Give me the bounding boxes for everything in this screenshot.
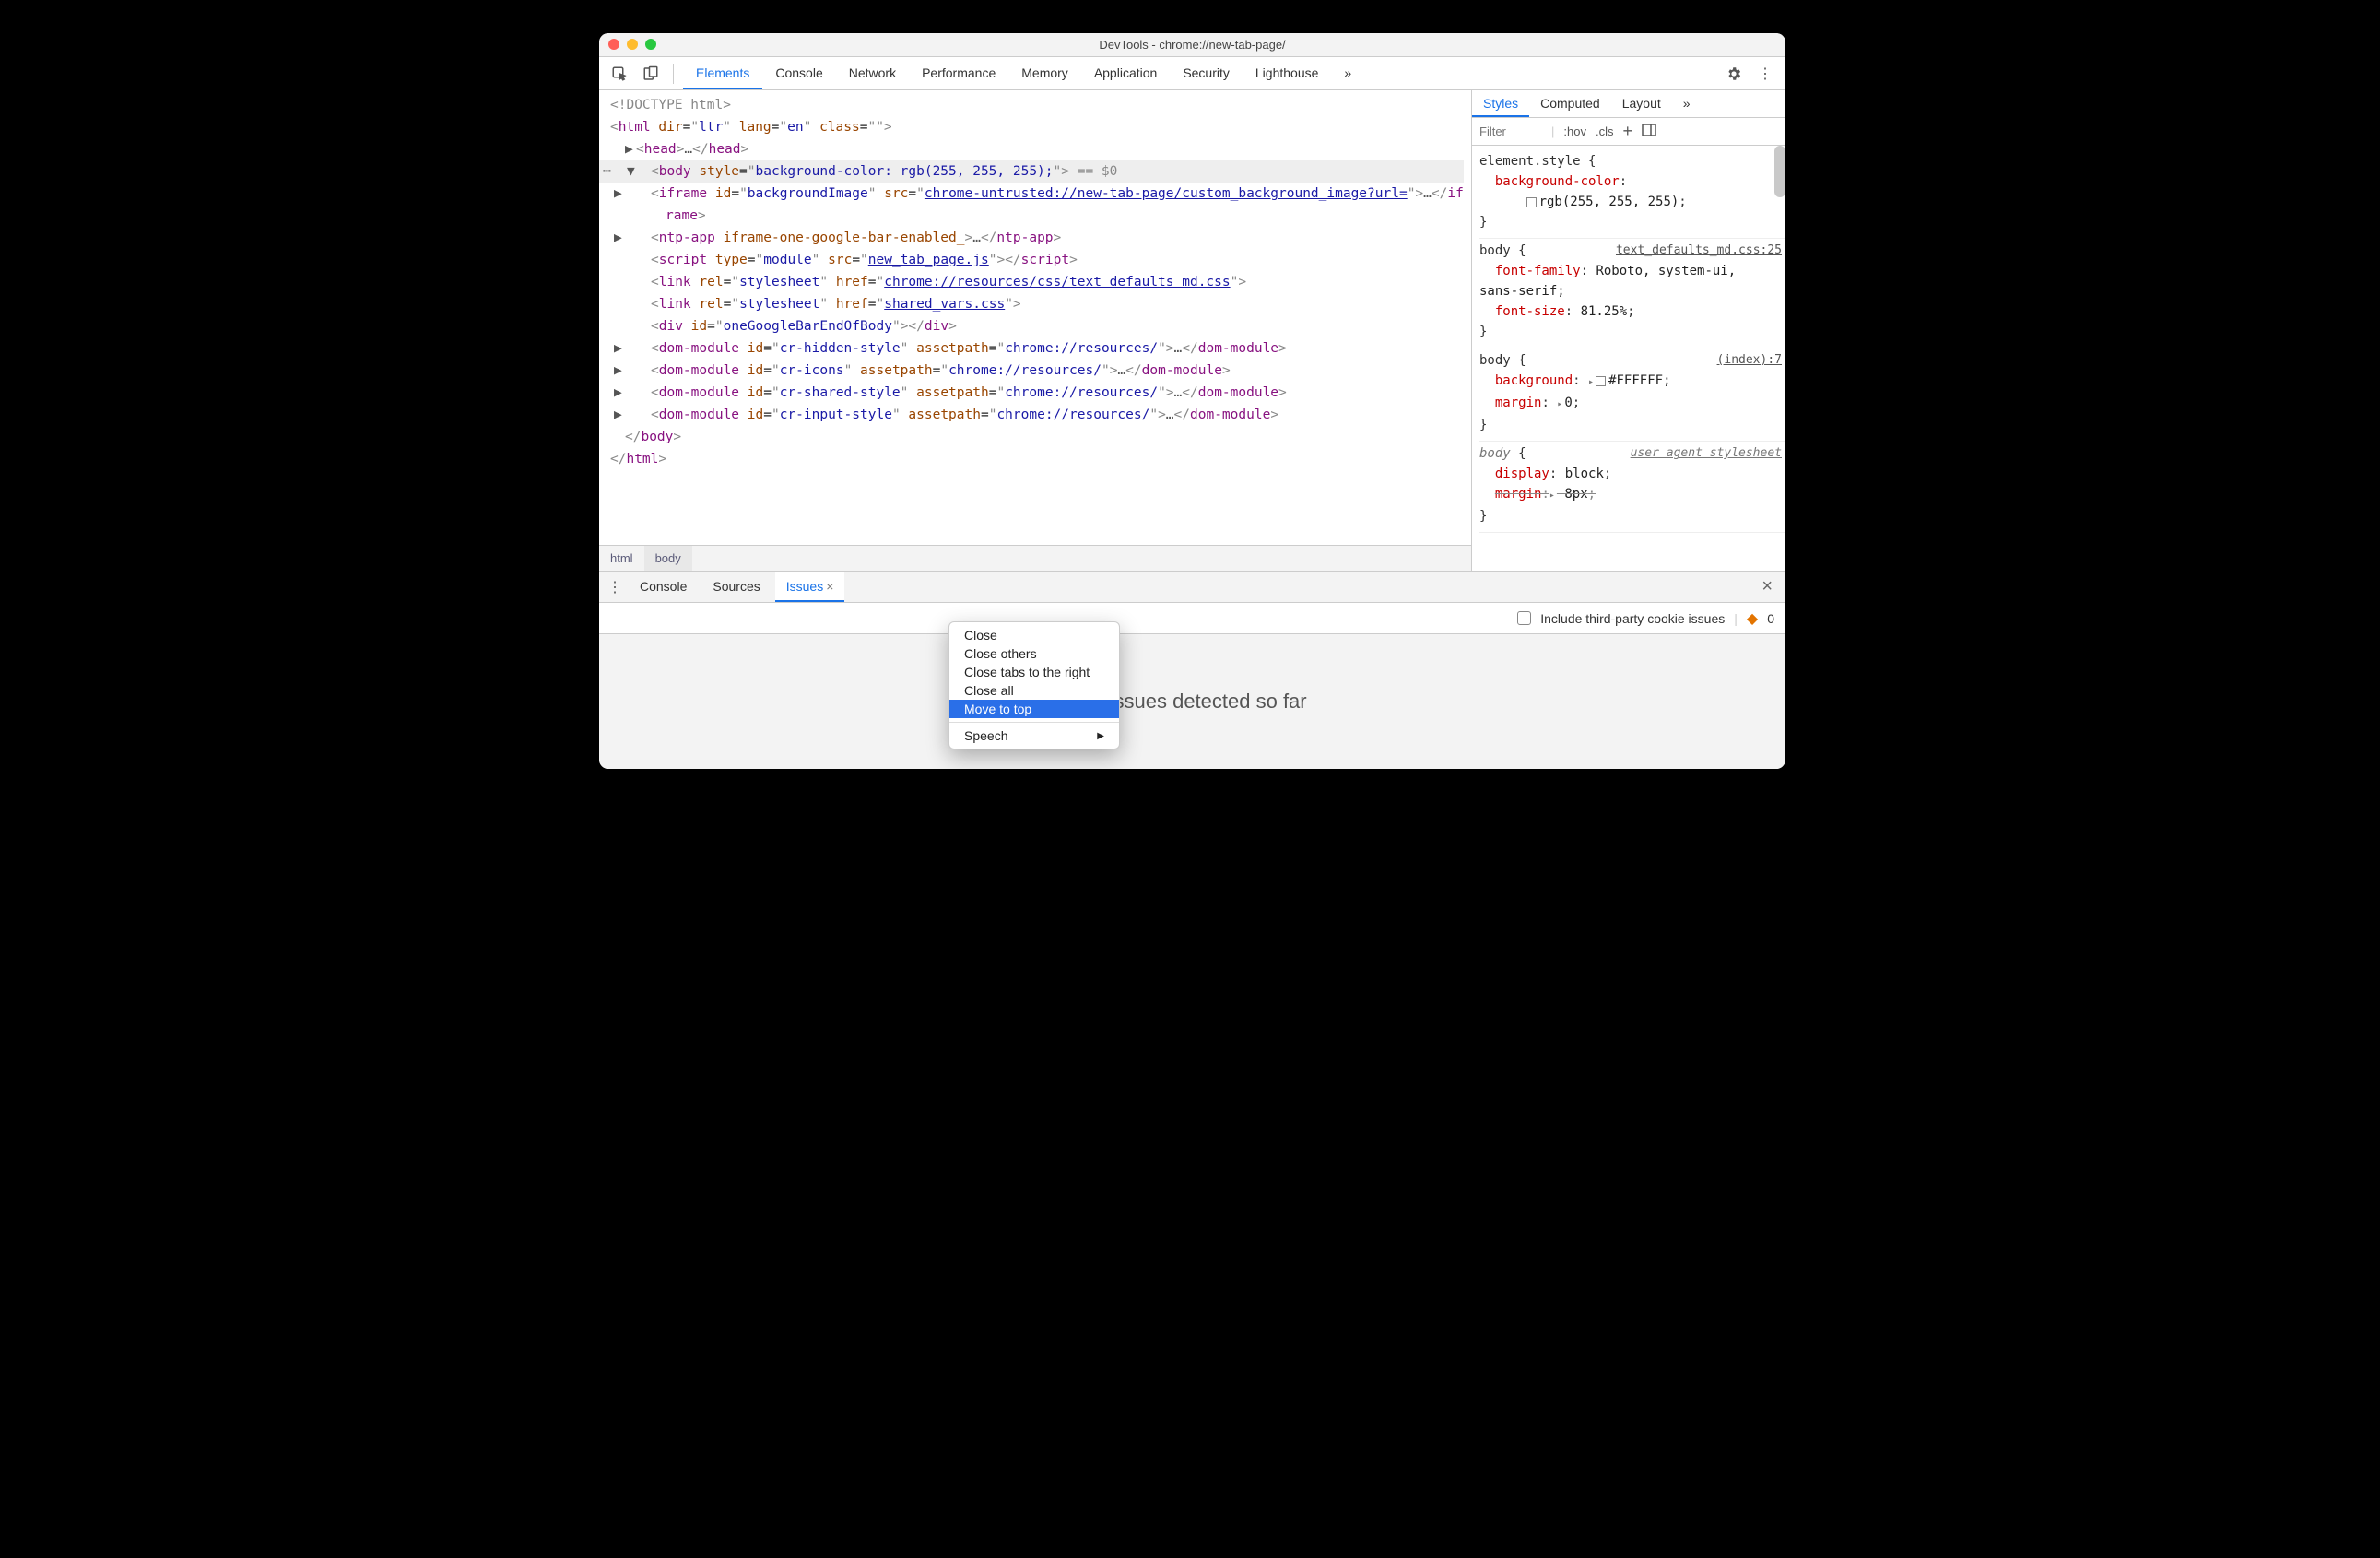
- minimize-window-button[interactable]: [627, 39, 638, 50]
- scrollbar-thumb[interactable]: [1774, 146, 1785, 197]
- main-toolbar: Elements Console Network Performance Mem…: [599, 57, 1785, 90]
- window-title: DevTools - chrome://new-tab-page/: [1099, 38, 1285, 52]
- cm-close[interactable]: Close: [949, 626, 1119, 644]
- main-tabs: Elements Console Network Performance Mem…: [683, 57, 1364, 89]
- cm-separator: [949, 722, 1119, 723]
- drawer: Console Sources Issues × Include third-p…: [599, 571, 1785, 769]
- styles-tab-overflow[interactable]: »: [1672, 90, 1702, 117]
- issues-count: 0: [1767, 611, 1774, 626]
- tab-elements[interactable]: Elements: [683, 57, 762, 89]
- tab-network[interactable]: Network: [836, 57, 909, 89]
- issues-empty-state: No issues detected so far: [599, 634, 1785, 769]
- drawer-menu-icon[interactable]: [605, 574, 625, 600]
- styles-tabs: Styles Computed Layout »: [1472, 90, 1785, 118]
- tab-memory[interactable]: Memory: [1008, 57, 1081, 89]
- titlebar: DevTools - chrome://new-tab-page/: [599, 33, 1785, 57]
- crumb-body[interactable]: body: [644, 546, 692, 571]
- include-third-party-checkbox[interactable]: [1517, 611, 1531, 625]
- styles-filter-input[interactable]: [1478, 124, 1542, 139]
- cm-close-others[interactable]: Close others: [949, 644, 1119, 663]
- hov-toggle[interactable]: :hov: [1563, 124, 1586, 138]
- tab-application[interactable]: Application: [1081, 57, 1171, 89]
- zoom-window-button[interactable]: [645, 39, 656, 50]
- drawer-body: Include third-party cookie issues | ◆ 0 …: [599, 603, 1785, 769]
- tab-console[interactable]: Console: [762, 57, 835, 89]
- drawer-tab-console[interactable]: Console: [629, 572, 698, 602]
- styles-tab-computed[interactable]: Computed: [1529, 90, 1611, 117]
- tab-security[interactable]: Security: [1170, 57, 1243, 89]
- toggle-sidebar-icon[interactable]: [1642, 124, 1656, 139]
- elements-panel: <!DOCTYPE html><html dir="ltr" lang="en"…: [599, 90, 1472, 571]
- new-style-rule-icon[interactable]: +: [1622, 122, 1632, 141]
- toolbar-separator: [673, 64, 674, 84]
- styles-tab-layout[interactable]: Layout: [1611, 90, 1672, 117]
- styles-tab-styles[interactable]: Styles: [1472, 90, 1529, 117]
- cm-close-right[interactable]: Close tabs to the right: [949, 663, 1119, 681]
- crumb-html[interactable]: html: [599, 546, 644, 571]
- tabs-overflow[interactable]: »: [1331, 57, 1364, 89]
- elements-split: <!DOCTYPE html><html dir="ltr" lang="en"…: [599, 90, 1785, 571]
- main-menu-icon[interactable]: [1752, 61, 1778, 87]
- cls-toggle[interactable]: .cls: [1596, 124, 1614, 138]
- cm-speech[interactable]: Speech▶: [949, 726, 1119, 745]
- drawer-tabs: Console Sources Issues ×: [599, 572, 1785, 603]
- cm-close-all[interactable]: Close all: [949, 681, 1119, 700]
- drawer-tab-sources[interactable]: Sources: [701, 572, 771, 602]
- tab-performance[interactable]: Performance: [909, 57, 1008, 89]
- tab-lighthouse[interactable]: Lighthouse: [1243, 57, 1332, 89]
- drawer-tab-issues[interactable]: Issues: [775, 572, 845, 602]
- styles-toolbar: | :hov .cls +: [1472, 118, 1785, 146]
- devtools-window: DevTools - chrome://new-tab-page/ Elemen…: [599, 33, 1785, 769]
- inspect-element-icon[interactable]: [607, 61, 632, 87]
- window-traffic-lights: [608, 39, 656, 50]
- breadcrumb: html body: [599, 545, 1471, 571]
- issues-toolbar: Include third-party cookie issues | ◆ 0: [599, 603, 1785, 634]
- settings-gear-icon[interactable]: [1721, 61, 1747, 87]
- cm-move-to-top[interactable]: Move to top: [949, 700, 1119, 718]
- dom-tree[interactable]: <!DOCTYPE html><html dir="ltr" lang="en"…: [599, 90, 1471, 545]
- styles-panel: Styles Computed Layout » | :hov .cls +: [1472, 90, 1785, 571]
- include-third-party-label: Include third-party cookie issues: [1540, 611, 1725, 626]
- device-toolbar-icon[interactable]: [638, 61, 664, 87]
- close-tab-icon[interactable]: [823, 579, 833, 594]
- issues-alert-icon[interactable]: ◆: [1747, 609, 1758, 628]
- close-drawer-icon[interactable]: ×: [1754, 576, 1780, 597]
- tab-context-menu: Close Close others Close tabs to the rig…: [948, 621, 1120, 749]
- styles-rules[interactable]: element.style { background-color: rgb(25…: [1472, 146, 1785, 571]
- close-window-button[interactable]: [608, 39, 619, 50]
